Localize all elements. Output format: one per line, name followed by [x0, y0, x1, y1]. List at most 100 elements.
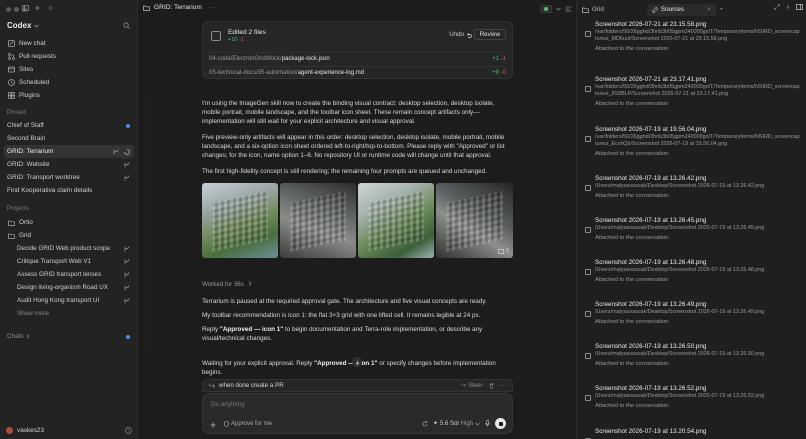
chats-label: Chats	[7, 333, 24, 340]
edited-file-row[interactable]: 04-code/ElectronGridMock/package-lock.js…	[209, 52, 506, 65]
model-selector[interactable]: ✦ 5.6 Sol High	[433, 420, 480, 427]
undo-icon	[466, 32, 472, 38]
source-title: Screenshot 2026-07-19 at 19.56.04.png	[595, 126, 707, 133]
assistant-message: My toolbar recommendation is icon 1: the…	[202, 312, 481, 319]
back-arrow-icon[interactable]	[35, 5, 41, 11]
approve-label: Approve for me	[231, 421, 273, 427]
thread-item[interactable]: Critique Transport Web V1	[4, 255, 134, 268]
scroll-to-bottom-button[interactable]	[352, 357, 362, 367]
chats-section: Chats	[4, 330, 134, 343]
avatar	[6, 426, 13, 434]
search-icon[interactable]	[123, 22, 130, 29]
thread-item[interactable]: Decide GRID Web product scope	[4, 242, 134, 255]
nav-pull-requests[interactable]: Pull requests	[4, 50, 134, 63]
undo-button[interactable]: Undo	[449, 31, 472, 38]
pinned-item-kooperativa[interactable]: Find Kooperativa claim details	[4, 184, 134, 197]
nav-new-chat[interactable]: New chat	[4, 37, 134, 50]
source-path: /var/folders/50/26gghd/3hnb3b05gpm240000…	[595, 84, 800, 97]
composer[interactable]: Do anything Approve for me ✦ 5.6 Sol Hig…	[202, 393, 513, 434]
source-attached-label: Attached to the conversation	[595, 193, 669, 199]
file-name: package-lock.json	[281, 56, 330, 62]
composer-input[interactable]: Do anything	[211, 401, 245, 408]
chevron-down-icon[interactable]	[556, 7, 561, 11]
conversation-pane: GRID: Terrarium ··· Edited 2 files +10 -…	[138, 0, 576, 439]
pinned-item-grid-terrarium[interactable]: GRID: Terrarium	[4, 145, 134, 158]
pinned-item-chief-of-staff[interactable]: Chief of Staff	[4, 119, 134, 132]
thread-item[interactable]: Audit Hong Kong transport UI	[4, 294, 134, 307]
nav-scheduled[interactable]: Scheduled	[4, 76, 134, 89]
source-title: Screenshot 2026-07-19 at 13.26.42.png	[595, 175, 707, 182]
folder-icon	[7, 220, 15, 226]
primary-nav: New chat Pull requests Sites Scheduled P…	[4, 37, 134, 102]
steer-label: Steer	[468, 382, 483, 389]
approval-mode-selector[interactable]: Approve for me	[224, 421, 272, 427]
nav-label: Pull requests	[19, 53, 56, 60]
image-file-icon	[585, 227, 591, 233]
edited-file-row[interactable]: 05-technical-docs/05-automation/agent-ex…	[209, 66, 506, 79]
expand-icon[interactable]	[774, 4, 780, 10]
image-file-icon	[585, 269, 591, 275]
source-title: Screenshot 2026-07-19 at 13.26.48.png	[595, 259, 707, 266]
lines-added: +10	[228, 37, 238, 43]
file-name: agent-experience-log.md	[297, 70, 365, 76]
source-title: Screenshot 2026-07-21 at 23.17.41.png	[595, 76, 707, 83]
nav-label: Sites	[19, 66, 34, 73]
worked-duration[interactable]: Worked for 36s	[202, 281, 252, 288]
pinned-item-grid-transport[interactable]: GRID: Transport worktree	[4, 171, 134, 184]
concept-image[interactable]: 1	[436, 183, 513, 258]
close-icon[interactable]: ×	[707, 6, 711, 13]
stop-button[interactable]	[495, 418, 506, 429]
thread-label: Assess GRID transport lenses	[17, 271, 102, 278]
image-count: 1	[505, 248, 509, 254]
status-indicator[interactable]	[540, 5, 552, 13]
user-profile[interactable]: vaskes23 ?	[6, 425, 132, 435]
review-button[interactable]: Review	[473, 29, 506, 40]
tab-sources[interactable]: Sources ×	[646, 3, 716, 16]
queued-message[interactable]: when done create a PR ↪ Steer ···	[202, 379, 513, 392]
chats-section-toggle[interactable]: Chats	[4, 330, 134, 343]
nav-sites[interactable]: Sites	[4, 63, 134, 76]
microphone-icon[interactable]	[485, 420, 490, 427]
pin-icon[interactable]	[785, 4, 791, 10]
add-attachment-icon[interactable]	[210, 422, 216, 428]
pinned-item-grid-website[interactable]: GRID: Website	[4, 158, 134, 171]
file-path: 05-technical-docs/05-automation/	[209, 70, 298, 76]
source-title: Screenshot 2026-07-19 at 13.26.50.png	[595, 343, 707, 350]
plugins-icon	[7, 92, 15, 99]
sidebar-toggle-icon[interactable]	[22, 5, 29, 11]
project-ortio[interactable]: Ortio	[4, 216, 134, 229]
model-label: 5.6 Sol	[439, 420, 459, 427]
thread-item[interactable]: Design living-organism Road UX	[4, 281, 134, 294]
panel-controls	[774, 4, 803, 10]
add-tab-icon[interactable]: +	[720, 6, 724, 13]
show-more-link[interactable]: Show more	[4, 307, 134, 320]
tab-label: Sources	[660, 6, 685, 13]
refresh-icon[interactable]	[422, 420, 428, 427]
trash-icon[interactable]	[489, 382, 494, 389]
app-title-text: Codex	[7, 21, 32, 30]
history-nav	[22, 5, 53, 11]
diff-toggle-icon[interactable]	[565, 6, 572, 12]
nav-plugins[interactable]: Plugins	[4, 89, 134, 102]
thread-item[interactable]: Assess GRID transport lenses	[4, 268, 134, 281]
concept-image[interactable]	[280, 183, 356, 258]
undo-label: Undo	[449, 31, 464, 38]
concept-image[interactable]	[358, 183, 434, 258]
project-grid[interactable]: Grid	[4, 229, 134, 242]
forward-arrow-icon[interactable]	[47, 5, 53, 11]
source-title: Screenshot 2026-07-19 at 13.20.54.png	[595, 428, 707, 435]
source-attached-label: Attached to the conversation	[595, 151, 669, 157]
concept-image[interactable]	[202, 183, 278, 258]
tab-grid[interactable]: Grid	[577, 4, 609, 16]
pinned-item-second-brain[interactable]: Second Brain	[4, 132, 134, 145]
more-options-icon[interactable]: ···	[500, 382, 506, 389]
lines-added: +9	[492, 70, 499, 76]
project-label: Grid	[19, 232, 32, 239]
panel-layout-icon[interactable]	[796, 4, 803, 10]
image-file-icon	[585, 395, 591, 401]
app-title[interactable]: Codex	[7, 21, 40, 30]
help-icon[interactable]: ?	[125, 426, 132, 434]
more-options-icon[interactable]: ···	[209, 4, 216, 11]
nav-label: Scheduled	[19, 79, 50, 86]
steer-button[interactable]: ↪ Steer	[461, 382, 483, 389]
